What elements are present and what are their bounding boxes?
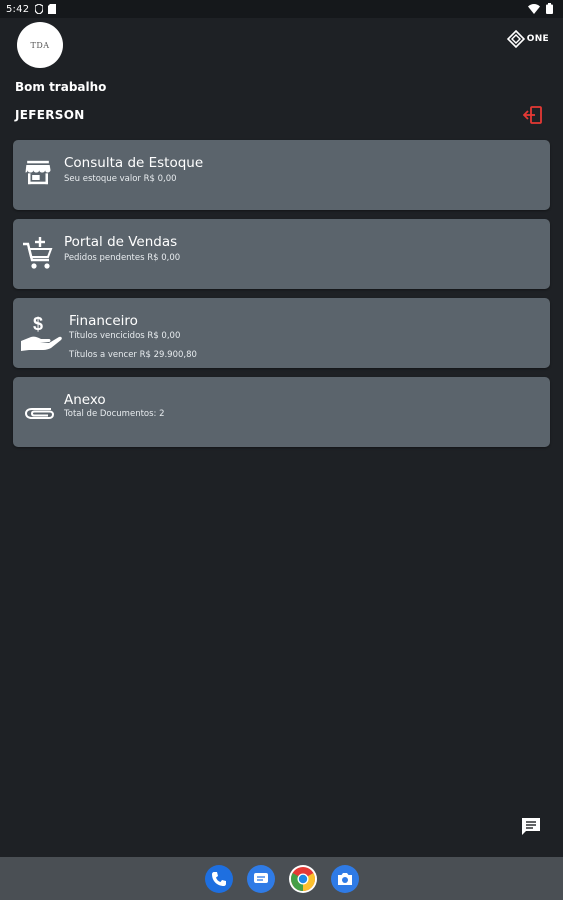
- card-anexo[interactable]: Anexo Total de Documentos: 2: [13, 377, 550, 447]
- card-subtitle: Seu estoque valor R$ 0,00: [64, 174, 177, 184]
- hand-money-icon: $: [21, 314, 62, 351]
- card-consulta-estoque[interactable]: Consulta de Estoque Seu estoque valor R$…: [13, 140, 550, 210]
- card-financeiro[interactable]: $ Financeiro Títulos vencicidos R$ 0,00 …: [13, 298, 550, 368]
- phone-handset-icon: [212, 872, 226, 886]
- card-subtitle-due: Títulos a vencer R$ 29.900,80: [69, 350, 197, 360]
- card-title: Financeiro: [69, 313, 138, 329]
- messages-icon[interactable]: [247, 865, 275, 893]
- phone-icon[interactable]: [205, 865, 233, 893]
- card-portal-vendas[interactable]: Portal de Vendas Pedidos pendentes R$ 0,…: [13, 219, 550, 289]
- chat-icon[interactable]: [520, 817, 542, 837]
- chrome-icon[interactable]: [289, 865, 317, 893]
- card-title: Anexo: [64, 392, 106, 408]
- message-bubble-icon: [254, 873, 268, 883]
- app-dock: [0, 857, 563, 900]
- chrome-logo-icon: [291, 867, 315, 891]
- cart-add-icon: [23, 237, 53, 269]
- company-logo: TDA: [17, 22, 63, 68]
- status-time: 5:42: [6, 3, 30, 15]
- card-subtitle: Pedidos pendentes R$ 0,00: [64, 253, 181, 263]
- svg-text:$: $: [33, 314, 43, 334]
- brand-logo: ONE: [506, 30, 549, 48]
- camera-icon[interactable]: [331, 865, 359, 893]
- status-notification-icons: [35, 4, 57, 14]
- logout-icon[interactable]: [523, 106, 543, 124]
- logo-text: TDA: [30, 40, 50, 50]
- greeting-text: Bom trabalho: [15, 80, 107, 94]
- battery-icon: [546, 3, 553, 14]
- status-bar: 5:42: [0, 0, 563, 18]
- status-system-icons: [528, 3, 553, 14]
- shield-icon: [35, 4, 44, 14]
- card-title: Portal de Vendas: [64, 234, 178, 250]
- paperclip-icon: [24, 408, 55, 419]
- store-icon: [25, 160, 51, 185]
- wifi-icon: [528, 3, 540, 14]
- sd-card-icon: [48, 4, 57, 14]
- brand-text: ONE: [526, 34, 549, 44]
- camera-body-icon: [338, 873, 352, 885]
- card-subtitle: Total de Documentos: 2: [64, 409, 165, 419]
- brand-diamond-icon: [506, 30, 525, 48]
- card-title: Consulta de Estoque: [64, 155, 204, 171]
- username-text: JEFERSON: [15, 108, 85, 122]
- card-subtitle-overdue: Títulos vencicidos R$ 0,00: [69, 331, 181, 341]
